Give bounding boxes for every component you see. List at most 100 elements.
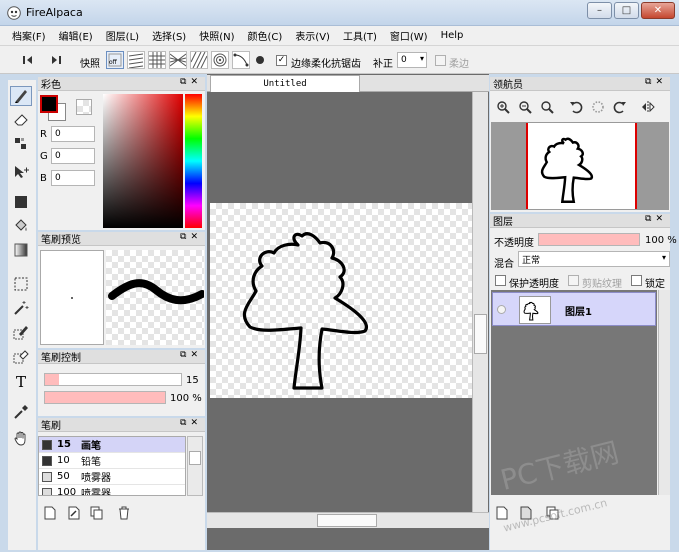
snap-concentric-button[interactable]: [211, 51, 229, 69]
flip-horizontal-button[interactable]: [640, 99, 655, 114]
antialias-checkbox[interactable]: ✓: [276, 55, 287, 66]
new-brush-button[interactable]: [44, 506, 56, 523]
checkmark-icon: ✓: [277, 55, 286, 65]
panel-float-close-icon[interactable]: ⧉✕: [645, 214, 667, 224]
drawing-canvas[interactable]: [210, 203, 472, 398]
menu-layer[interactable]: 图层(L): [106, 28, 139, 43]
correction-select[interactable]: 0 ▾: [397, 52, 427, 68]
layer-item[interactable]: 图层1: [492, 292, 656, 326]
menu-select[interactable]: 选择(S): [152, 28, 186, 43]
hand-tool[interactable]: [10, 428, 32, 448]
brush-item-pen[interactable]: 15 画笔: [39, 437, 185, 453]
zoom-fit-button[interactable]: [539, 99, 554, 114]
brush-list: 15 画笔 10 铅笔 50 喷雾器 100 喷雾器: [38, 436, 186, 496]
gradient-tool[interactable]: [10, 240, 32, 260]
pen-icon: [15, 90, 27, 103]
menu-window[interactable]: 窗口(W): [390, 28, 428, 43]
duplicate-brush-button[interactable]: [90, 506, 104, 523]
snap-grid-button[interactable]: [148, 51, 166, 69]
brush-list-scroll-thumb[interactable]: [189, 451, 201, 465]
horizontal-scroll-thumb[interactable]: [317, 514, 377, 527]
menu-color[interactable]: 颜色(C): [248, 28, 283, 43]
menu-file[interactable]: 档案(F): [12, 28, 46, 43]
rotate-left-button[interactable]: [568, 99, 583, 114]
panel-float-close-icon[interactable]: ⧉✕: [180, 232, 202, 242]
reset-rotation-button[interactable]: [590, 99, 605, 114]
layer-thumbnail-drawing: [523, 301, 539, 321]
navigator-preview[interactable]: [491, 122, 669, 210]
select-tool[interactable]: [10, 274, 32, 294]
clipping-checkbox[interactable]: [568, 275, 579, 286]
panel-float-close-icon[interactable]: ⧉✕: [180, 77, 202, 87]
edit-brush-button[interactable]: [68, 506, 80, 523]
reset-rotation-icon: [591, 100, 604, 113]
lock-checkbox[interactable]: [631, 275, 642, 286]
new-page-icon: [44, 506, 56, 520]
edit-page-icon: [68, 506, 80, 520]
vertical-scroll-thumb[interactable]: [474, 314, 487, 354]
marquee-icon: [14, 277, 28, 291]
bucket-tool[interactable]: [10, 216, 32, 236]
menu-edit[interactable]: 编辑(E): [59, 28, 93, 43]
panel-float-close-icon[interactable]: ⧉✕: [180, 418, 202, 428]
panel-float-close-icon[interactable]: ⧉✕: [180, 350, 202, 360]
close-button[interactable]: ✕: [641, 2, 675, 19]
layer-visibility-icon[interactable]: [497, 305, 506, 314]
snap-radial-button[interactable]: [169, 51, 187, 69]
brush-size-slider[interactable]: [44, 373, 182, 386]
magic-wand-tool[interactable]: [10, 298, 32, 318]
minimize-button[interactable]: –: [587, 2, 612, 19]
layer-list-scrollbar[interactable]: [658, 290, 670, 495]
brush-size: 15: [57, 439, 71, 450]
brush-swatch: [42, 471, 52, 482]
b-value-input[interactable]: 0: [51, 170, 95, 186]
menu-help[interactable]: Help: [441, 30, 464, 41]
saturation-value-picker[interactable]: [103, 94, 183, 228]
eraser-tool[interactable]: [10, 110, 32, 130]
panel-float-close-icon[interactable]: ⧉✕: [645, 77, 667, 87]
move-tool[interactable]: [10, 162, 32, 182]
menu-tools[interactable]: 工具(T): [343, 28, 377, 43]
layer-opacity-slider[interactable]: [538, 233, 640, 246]
brush-item-airbrush[interactable]: 50 喷雾器: [39, 469, 185, 485]
text-tool[interactable]: T: [10, 372, 32, 392]
maximize-button[interactable]: □: [614, 2, 639, 19]
canvas-tab-untitled[interactable]: Untitled: [210, 75, 360, 92]
brush-item-airbrush-large[interactable]: 100 喷雾器: [39, 485, 185, 495]
select-pen-tool[interactable]: [10, 322, 32, 342]
snap-curve-button[interactable]: [232, 51, 250, 69]
r-value-input[interactable]: 0: [51, 126, 95, 142]
delete-brush-button[interactable]: [118, 506, 130, 523]
zoom-out-button[interactable]: [517, 99, 532, 114]
blend-mode-select[interactable]: 正常 ▾: [518, 251, 670, 267]
snap-perspective-button[interactable]: [190, 51, 208, 69]
snap-parallel-button[interactable]: [127, 51, 145, 69]
collapse-left-button[interactable]: [20, 51, 38, 69]
protect-alpha-checkbox[interactable]: [495, 275, 506, 286]
transparent-color-swatch[interactable]: [76, 99, 92, 115]
dot-tool[interactable]: [10, 134, 32, 154]
hue-slider[interactable]: [185, 94, 202, 228]
zoom-in-button[interactable]: [495, 99, 510, 114]
primary-color-swatch[interactable]: [40, 95, 58, 113]
brush-tip-preview: [40, 250, 104, 345]
rotate-right-button[interactable]: [612, 99, 627, 114]
brush-item-pencil[interactable]: 10 铅笔: [39, 453, 185, 469]
snap-parallel-icon: [128, 53, 144, 68]
canvas-vertical-scrollbar[interactable]: [472, 92, 488, 512]
snap-dot-icon[interactable]: [256, 56, 264, 64]
brush-list-scrollbar[interactable]: [187, 436, 203, 496]
fill-tool[interactable]: [10, 192, 32, 212]
eyedropper-tool[interactable]: [10, 402, 32, 422]
soft-edge-checkbox[interactable]: [435, 55, 446, 66]
select-eraser-tool[interactable]: [10, 346, 32, 366]
g-value-input[interactable]: 0: [51, 148, 95, 164]
brush-opacity-slider[interactable]: [44, 391, 166, 404]
menu-view[interactable]: 表示(V): [295, 28, 330, 43]
snap-off-button[interactable]: off: [106, 51, 124, 69]
hand-icon: [14, 431, 26, 446]
menu-snap[interactable]: 快照(N): [199, 28, 234, 43]
pen-tool[interactable]: [10, 86, 32, 106]
canvas-horizontal-scrollbar[interactable]: [207, 512, 489, 528]
collapse-right-button[interactable]: [46, 51, 64, 69]
